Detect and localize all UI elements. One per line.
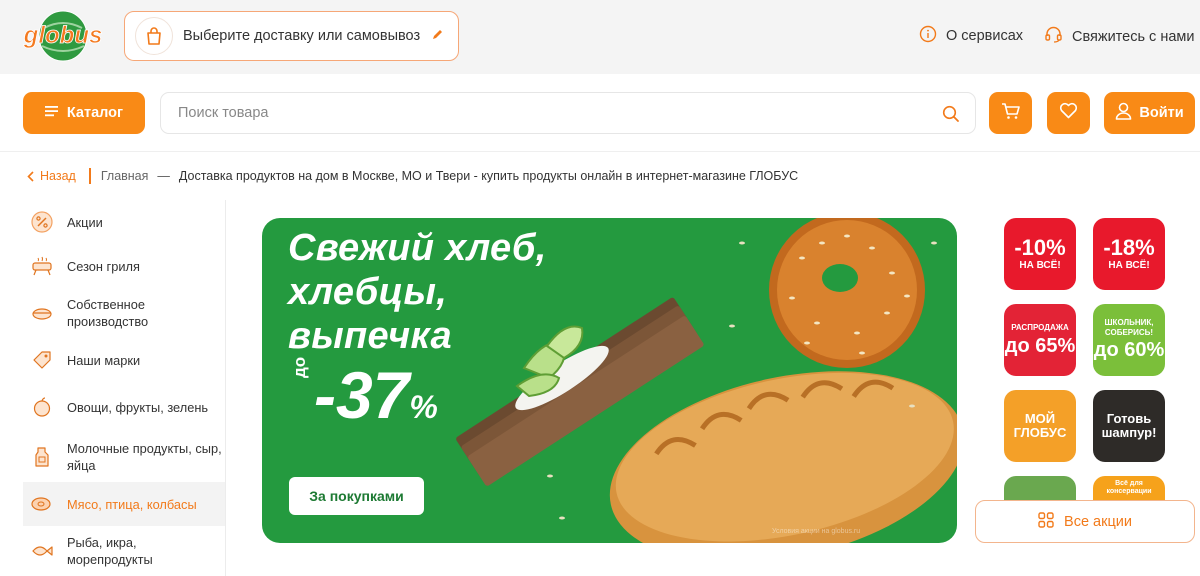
contact-link[interactable]: Свяжитесь с нами: [1044, 25, 1194, 48]
promo-value: МОЙ ГЛОБУС: [1013, 411, 1067, 440]
banner-fine-print: Условия акции на globus.ru: [772, 528, 861, 535]
sidebar-item-label: Мясо, птица, колбасы: [67, 496, 197, 512]
pencil-icon: [432, 27, 444, 45]
promo-caption: НА ВСЁ!: [1108, 260, 1150, 271]
shop-now-button[interactable]: За покупками: [289, 477, 424, 515]
discount-number: -37: [314, 358, 410, 432]
promo-caption: НА ВСЁ!: [1019, 260, 1061, 271]
banner-title-line: выпечка: [288, 315, 452, 357]
search-row: Каталог Войти: [0, 74, 1200, 152]
category-sidebar: Акции Сезон гриля Собственное производст…: [23, 200, 225, 576]
meat-icon: [29, 491, 55, 517]
milk-icon: [29, 444, 55, 470]
breadcrumb-dash: —: [157, 169, 170, 183]
promo-value: до 65%: [1004, 335, 1076, 357]
promo-caption: ШКОЛЬНИК, СОБЕРИСЬ!: [1104, 318, 1154, 337]
tag-icon: [29, 347, 55, 373]
search-input[interactable]: [178, 105, 918, 121]
promo-tile-my-globus[interactable]: МОЙ ГЛОБУС: [1004, 390, 1076, 462]
promo-value: до 60%: [1093, 339, 1165, 361]
grid-icon: [1038, 511, 1064, 532]
discount-value: -37%: [314, 360, 438, 442]
sidebar-item-vegetables[interactable]: Овощи, фрукты, зелень: [23, 382, 225, 432]
catalog-button[interactable]: Каталог: [23, 92, 145, 134]
favorites-button[interactable]: [1047, 92, 1090, 134]
cart-button[interactable]: [989, 92, 1032, 134]
apple-icon: [29, 394, 55, 420]
heart-icon: [1059, 102, 1078, 124]
discount-prefix: до: [290, 356, 309, 378]
all-promotions-label: Все акции: [1064, 513, 1132, 530]
promo-value: Готовь шампур!: [1101, 411, 1157, 440]
promo-banner[interactable]: Свежий хлеб, хлебцы, выпечка до -37% За …: [262, 218, 957, 543]
promo-tile-sale[interactable]: РАСПРОДАЖА до 65%: [1004, 304, 1076, 376]
sidebar-item-grill[interactable]: Сезон гриля: [23, 244, 225, 288]
sidebar-item-own-production[interactable]: Собственное производство: [23, 288, 225, 338]
promo-caption: Всё для консервации: [1106, 480, 1152, 495]
info-icon: [919, 25, 946, 47]
menu-icon: [44, 105, 67, 121]
promo-tile-18[interactable]: -18% НА ВСЁ!: [1093, 218, 1165, 290]
sidebar-item-label: Рыба, икра, морепродукты: [67, 535, 153, 567]
fish-icon: [29, 538, 55, 564]
promo-tile-grill[interactable]: Готовь шампур!: [1093, 390, 1165, 462]
breadcrumb-divider: [88, 168, 91, 184]
sidebar-item-label: Овощи, фрукты, зелень: [67, 399, 209, 415]
breadcrumb-current: Доставка продуктов на дом в Москве, МО и…: [178, 169, 799, 183]
login-label: Войти: [1139, 105, 1184, 121]
sidebar-divider: [225, 200, 226, 576]
logo-text: globus: [23, 22, 103, 49]
banner-title-line: Свежий хлеб,: [288, 227, 547, 269]
discount-unit: %: [409, 389, 438, 425]
breadcrumb-home[interactable]: Главная: [101, 169, 149, 183]
promo-tile-greens[interactable]: [1004, 476, 1076, 500]
sidebar-item-dairy[interactable]: Молочные продукты, сыр, яйца: [23, 432, 225, 482]
sidebar-item-label: Наши марки: [67, 352, 141, 368]
sidebar-item-label: Акции: [67, 214, 103, 230]
pot-icon: [29, 300, 55, 326]
top-bar: globus Выберите доставку или самовывоз О…: [0, 0, 1200, 74]
globus-logo[interactable]: globus: [22, 10, 104, 62]
promo-caption: РАСПРОДАЖА: [1011, 323, 1069, 332]
services-label: О сервисах: [946, 28, 1024, 44]
back-label: Назад: [40, 169, 76, 183]
sidebar-item-meat[interactable]: Мясо, птица, колбасы: [23, 482, 225, 526]
sidebar-item-fish[interactable]: Рыба, икра, морепродукты: [23, 526, 225, 576]
headset-icon: [1044, 25, 1072, 48]
promo-value: -10%: [1014, 235, 1066, 260]
sidebar-item-label: Сезон гриля: [67, 258, 140, 274]
search-box: [160, 92, 976, 134]
login-button[interactable]: Войти: [1104, 92, 1195, 134]
back-link[interactable]: Назад: [27, 169, 76, 183]
banner-title: Свежий хлеб, хлебцы, выпечка: [288, 226, 547, 358]
bag-icon: [135, 17, 173, 55]
chevron-left-icon: [27, 170, 34, 182]
banner-title-line: хлебцы,: [288, 271, 448, 313]
search-icon[interactable]: [942, 105, 960, 128]
contact-label: Свяжитесь с нами: [1072, 28, 1195, 45]
sidebar-item-label: Собственное производство: [67, 297, 149, 329]
percent-icon: [29, 209, 55, 235]
grill-icon: [29, 253, 55, 279]
promo-tile-10[interactable]: -10% НА ВСЁ!: [1004, 218, 1076, 290]
sidebar-item-our-brands[interactable]: Наши марки: [23, 338, 225, 382]
catalog-label: Каталог: [66, 105, 124, 121]
promo-tile-canning[interactable]: Всё для консервации: [1093, 476, 1165, 500]
delivery-selector[interactable]: Выберите доставку или самовывоз: [124, 11, 459, 61]
delivery-label: Выберите доставку или самовывоз: [183, 28, 421, 44]
promo-value: -18%: [1103, 235, 1155, 260]
all-promotions-button[interactable]: Все акции: [975, 500, 1195, 543]
cart-icon: [1001, 102, 1021, 125]
services-link[interactable]: О сервисах: [919, 25, 1023, 47]
sidebar-item-promotions[interactable]: Акции: [23, 200, 225, 244]
user-icon: [1115, 102, 1139, 124]
promo-tile-school[interactable]: ШКОЛЬНИК, СОБЕРИСЬ! до 60%: [1093, 304, 1165, 376]
breadcrumb: Назад Главная — Доставка продуктов на до…: [27, 168, 798, 184]
sidebar-item-label: Молочные продукты, сыр, яйца: [67, 441, 222, 473]
